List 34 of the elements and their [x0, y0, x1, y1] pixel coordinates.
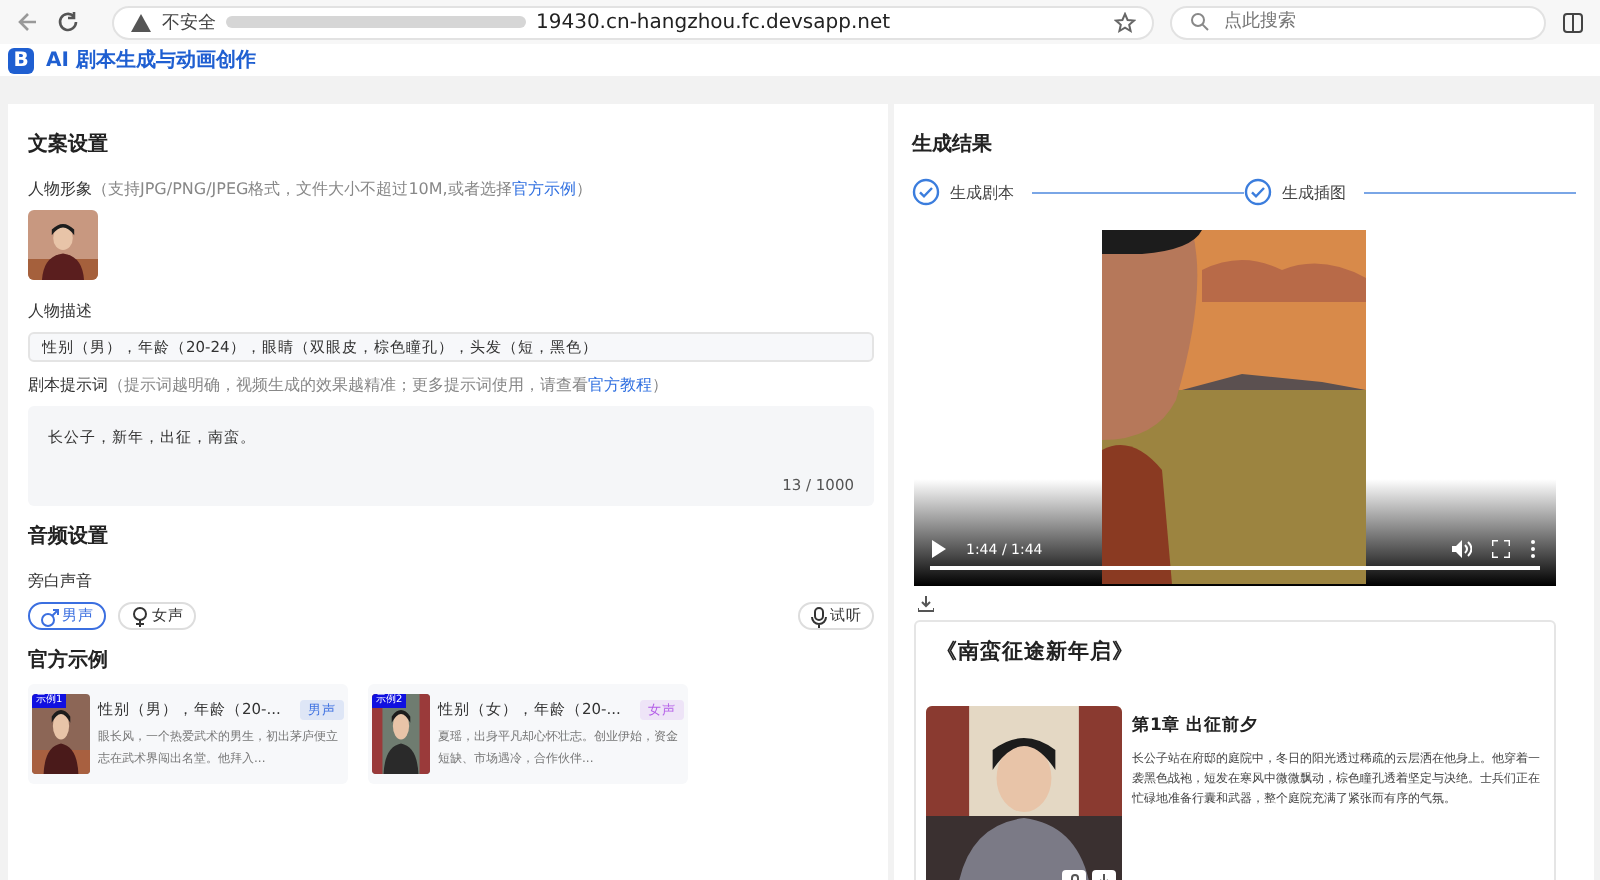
- security-label: 不安全: [162, 11, 216, 35]
- search-field[interactable]: 点此搜索: [1170, 5, 1546, 39]
- url-text: 19430.cn-hangzhou.fc.devsapp.net: [536, 11, 891, 33]
- fullscreen-icon[interactable]: [1492, 540, 1510, 558]
- chapter-title: 第1章 出征前夕: [1132, 714, 1260, 738]
- download-icon[interactable]: [918, 596, 934, 612]
- step-label: 生成剧本: [950, 181, 1014, 203]
- app-title: AI 剧本生成与动画创作: [46, 47, 256, 74]
- app-logo: B: [8, 47, 34, 73]
- link[interactable]: 官方示例: [511, 180, 576, 198]
- link[interactable]: 官方教程: [588, 376, 652, 394]
- field-label: 剧本提示词（提示词越明确，视频生成的效果越精准；更多提示词使用，请查看官方教程）: [28, 374, 670, 396]
- microphone-icon: [810, 605, 828, 627]
- field-label: 人物描述: [28, 300, 94, 322]
- search-icon: [1190, 12, 1210, 32]
- play-icon[interactable]: [930, 540, 946, 558]
- warning-icon: [130, 11, 152, 33]
- male-icon: [40, 605, 60, 627]
- volume-icon[interactable]: [1452, 540, 1472, 558]
- field-label: 人物形象（支持JPG/PNG/JPEG格式，文件大小不超过10M,或者选择官方示例）: [28, 178, 594, 200]
- section-title: 音频设置: [28, 522, 110, 550]
- field-label: 旁白声音: [28, 570, 94, 592]
- sidebar-icon[interactable]: [1562, 11, 1584, 33]
- story-title: 《南蛮征途新年启》: [936, 638, 1136, 666]
- female-icon: [130, 605, 150, 627]
- section-title: 官方示例: [28, 646, 110, 674]
- star-icon[interactable]: [1114, 11, 1136, 33]
- reload-icon[interactable]: [56, 10, 80, 34]
- step-label: 生成插图: [1282, 181, 1346, 203]
- more-icon[interactable]: [1530, 540, 1536, 558]
- section-title: 生成结果: [912, 131, 994, 158]
- address-bar[interactable]: 不安全 19430.cn-hangzhou.fc.devsapp.net: [112, 5, 1154, 39]
- section-title: 文案设置: [28, 130, 110, 158]
- back-icon[interactable]: [16, 10, 40, 34]
